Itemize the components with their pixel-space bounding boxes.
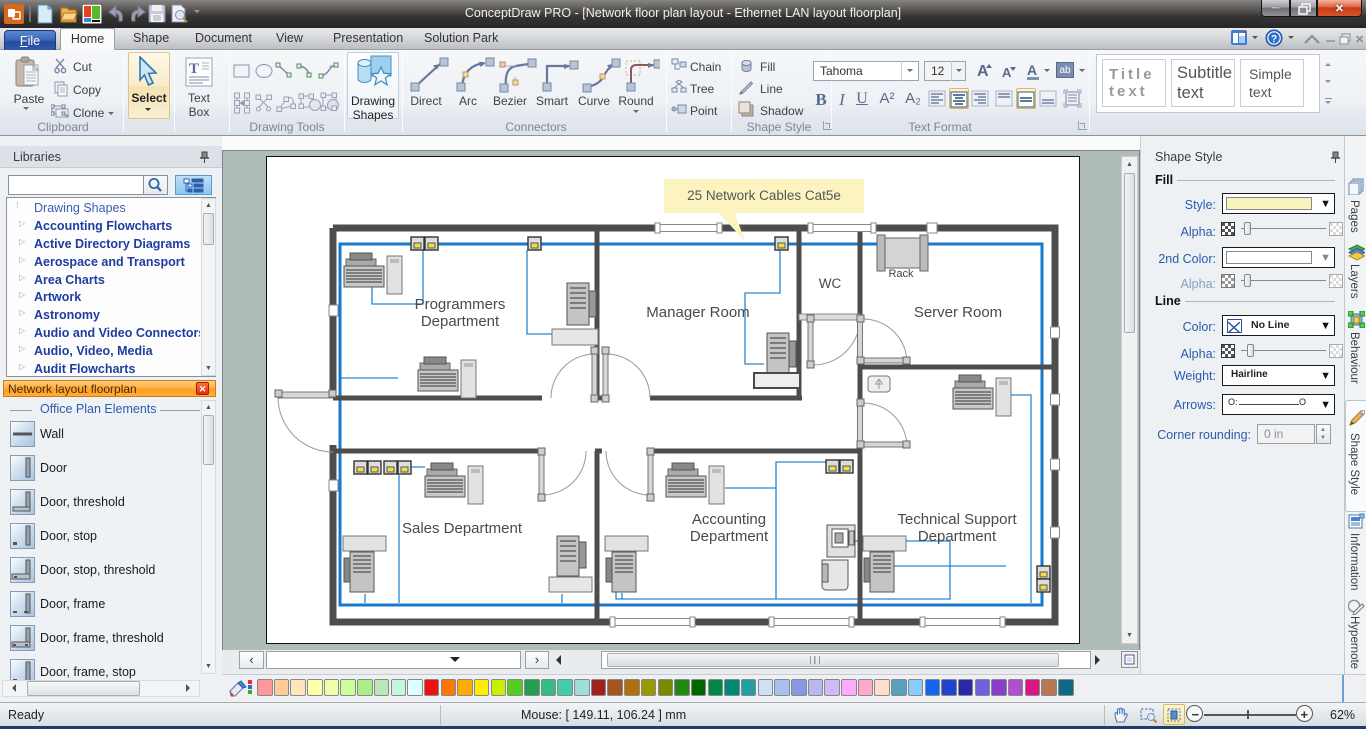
svg-text:Technical Support: Technical Support xyxy=(897,511,1017,528)
svg-text:Department: Department xyxy=(690,528,769,545)
svg-text:Department: Department xyxy=(918,528,997,545)
svg-text:25 Network Cables Cat5e: 25 Network Cables Cat5e xyxy=(687,188,841,203)
svg-text:T: T xyxy=(189,61,199,77)
svg-text:Rack: Rack xyxy=(888,268,914,280)
svg-text:Sales Department: Sales Department xyxy=(402,520,523,537)
svg-text:?: ? xyxy=(1271,34,1277,45)
svg-text:Department: Department xyxy=(421,313,500,330)
svg-text:Accounting: Accounting xyxy=(692,511,766,528)
svg-text:WC: WC xyxy=(819,276,842,291)
svg-text:A: A xyxy=(1027,62,1037,78)
svg-text:A: A xyxy=(977,63,989,80)
svg-text:Server Room: Server Room xyxy=(914,304,1002,321)
svg-text:Programmers: Programmers xyxy=(415,296,506,313)
svg-text:Manager Room: Manager Room xyxy=(646,304,749,321)
